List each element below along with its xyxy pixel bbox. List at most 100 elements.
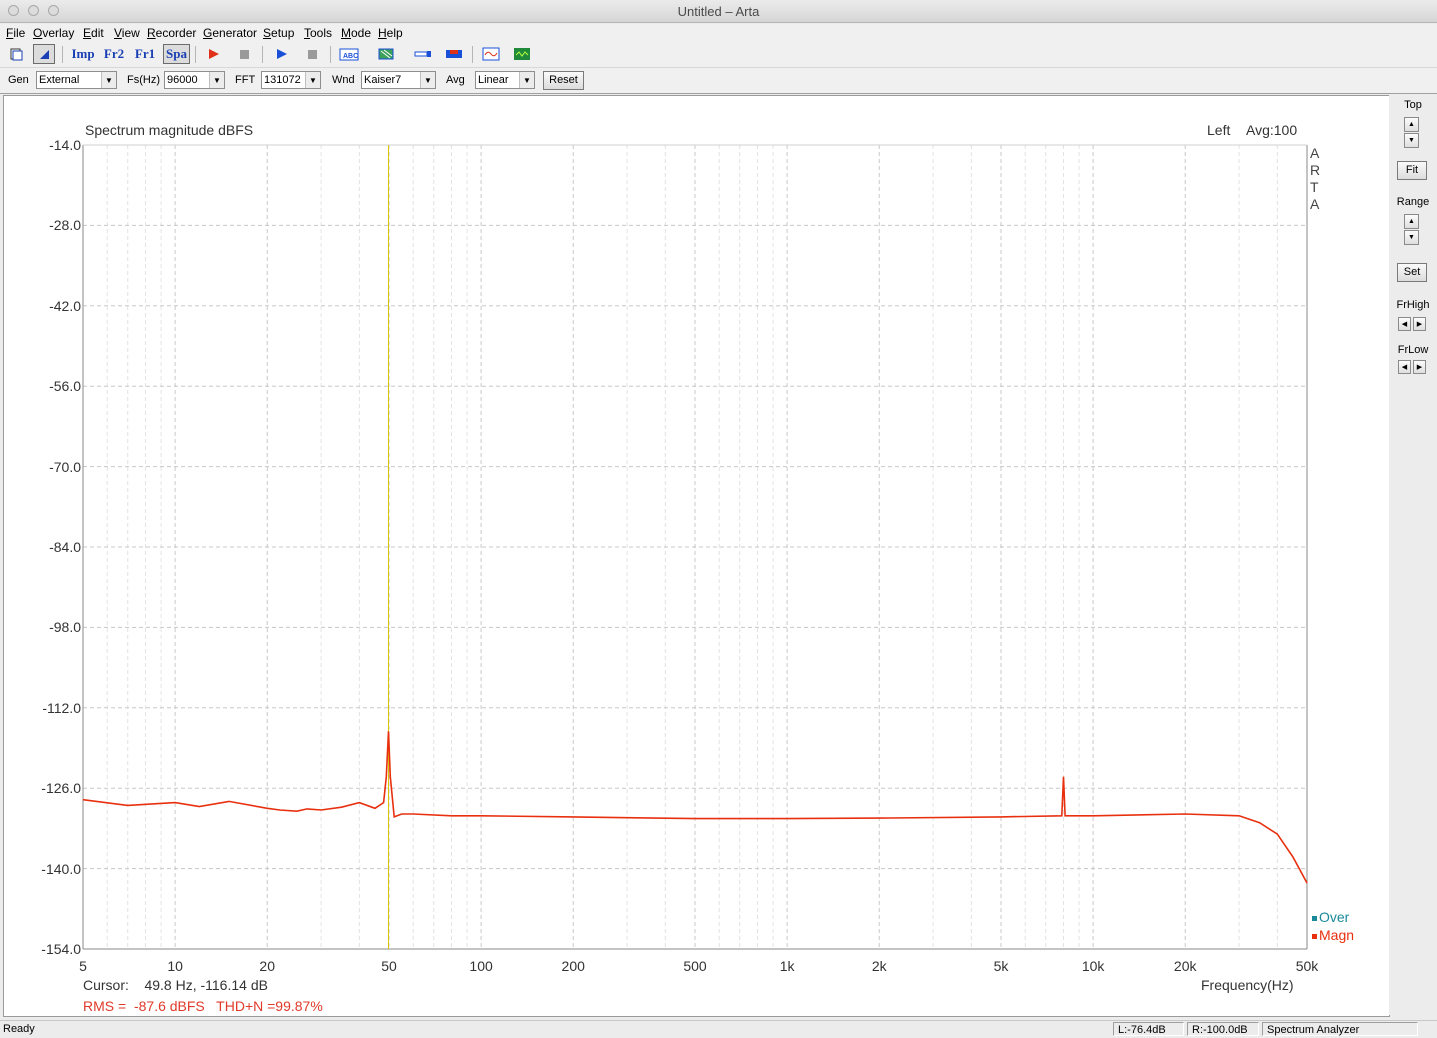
chevron-down-icon: ▼: [519, 72, 534, 88]
spectrum-mode-label: Spa: [166, 46, 187, 61]
x-tick-label: 2k: [871, 958, 887, 974]
top-label: Top: [1404, 99, 1422, 111]
probe-icon[interactable]: [412, 44, 434, 64]
x-tick-label: 100: [469, 958, 493, 974]
x-tick-label: 20: [259, 958, 276, 974]
menu-help[interactable]: Help: [378, 26, 403, 40]
impulse-mode-label: Imp: [71, 46, 95, 61]
spectrum-chart[interactable]: [4, 96, 1389, 1016]
generator-stop-icon[interactable]: [301, 44, 323, 64]
frhigh-left-button[interactable]: ◀: [1398, 317, 1411, 331]
waveform-icon[interactable]: [511, 44, 533, 64]
y-tick-label: -154.0: [41, 941, 81, 957]
x-tick-label: 10k: [1081, 958, 1105, 974]
arta-watermark-letter: A: [1310, 196, 1320, 212]
y-tick-label: -28.0: [49, 217, 81, 234]
status-text: Ready: [3, 1023, 35, 1035]
range-up-button[interactable]: ▲: [1404, 214, 1419, 229]
fr1-mode-button[interactable]: Fr1: [132, 44, 158, 64]
channel-label: Left: [1207, 122, 1231, 138]
menu-edit[interactable]: Edit: [83, 26, 104, 40]
mode-indicator: Spectrum Analyzer: [1262, 1022, 1418, 1036]
level-meter-icon[interactable]: [443, 44, 465, 64]
svg-text:ABC: ABC: [343, 53, 358, 60]
spectrum-plot[interactable]: Spectrum magnitude dBFS Left Avg:100 A R…: [3, 95, 1390, 1017]
new-document-icon[interactable]: [5, 44, 27, 64]
menu-mode[interactable]: Mode: [341, 26, 371, 40]
y-tick-label: -42.0: [49, 297, 81, 314]
arta-watermark-letter: R: [1310, 162, 1321, 178]
fr2-mode-button[interactable]: Fr2: [101, 44, 127, 64]
right-level: R:-100.0dB: [1187, 1022, 1259, 1036]
frlow-right-button[interactable]: ▶: [1413, 360, 1426, 374]
cursor-tool-icon[interactable]: [33, 44, 55, 64]
x-axis-label: Frequency(Hz): [1201, 977, 1294, 993]
fr1-mode-label: Fr1: [134, 46, 156, 61]
range-down-button[interactable]: ▼: [1404, 230, 1419, 245]
y-tick-label: -98.0: [49, 619, 81, 636]
gen-label: Gen: [8, 74, 29, 86]
y-tick-label: -70.0: [49, 458, 81, 475]
x-tick-label: 50k: [1295, 958, 1319, 974]
y-tick-label: -14.0: [49, 137, 81, 153]
y-tick-label: -56.0: [49, 378, 81, 395]
fs-value: 96000: [167, 74, 198, 86]
x-tick-label: 200: [561, 958, 585, 974]
y-tick-label: -126.0: [41, 780, 81, 797]
avg-value: Linear: [478, 74, 509, 86]
chevron-down-icon: ▼: [101, 72, 116, 88]
window-title: Untitled – Arta: [677, 4, 760, 19]
wnd-value: Kaiser7: [364, 74, 402, 86]
control-row: Gen External ▼ Fs(Hz) 96000 ▼ FFT 131072…: [0, 68, 1437, 94]
set-button[interactable]: Set: [1397, 263, 1427, 282]
menu-recorder[interactable]: Recorder: [147, 26, 196, 40]
oscilloscope-icon[interactable]: [480, 44, 502, 64]
avg-count-label: Avg:100: [1246, 122, 1298, 138]
impulse-mode-button[interactable]: Imp: [70, 44, 96, 64]
fr2-mode-label: Fr2: [103, 46, 125, 61]
x-tick-label: 500: [683, 958, 707, 974]
x-tick-label: 5k: [993, 958, 1009, 974]
top-down-button[interactable]: ▼: [1404, 133, 1419, 148]
fit-button[interactable]: Fit: [1397, 161, 1427, 180]
record-stop-icon[interactable]: [233, 44, 255, 64]
menu-overlay[interactable]: Overlay: [33, 26, 74, 40]
frlow-left-button[interactable]: ◀: [1398, 360, 1411, 374]
rms-thd-readout: RMS = -87.6 dBFS THD+N =99.87%: [83, 998, 323, 1014]
frhigh-label: FrHigh: [1396, 299, 1430, 311]
menu-view[interactable]: View: [114, 26, 140, 40]
record-play-icon[interactable]: [202, 44, 224, 64]
plot-title: Spectrum magnitude dBFS: [85, 122, 254, 138]
top-up-button[interactable]: ▲: [1404, 117, 1419, 132]
status-bar: Ready L:-76.4dB R:-100.0dB Spectrum Anal…: [0, 1020, 1437, 1038]
reset-button[interactable]: Reset: [543, 71, 584, 90]
hatch-icon[interactable]: [375, 44, 397, 64]
menu-bar: File Overlay Edit View Recorder Generato…: [0, 24, 1437, 42]
legend-over-swatch: [1312, 915, 1317, 921]
frhigh-right-button[interactable]: ▶: [1413, 317, 1426, 331]
wnd-select[interactable]: Kaiser7 ▼: [361, 71, 436, 89]
left-level: L:-76.4dB: [1113, 1022, 1184, 1036]
x-tick-label: 1k: [779, 958, 795, 974]
range-label: Range: [1396, 196, 1430, 208]
y-tick-label: -84.0: [49, 539, 81, 555]
menu-tools[interactable]: Tools: [304, 26, 332, 40]
avg-select[interactable]: Linear ▼: [475, 71, 535, 89]
menu-file[interactable]: File: [6, 26, 25, 40]
text-label-icon[interactable]: ABC: [337, 44, 361, 64]
menu-setup[interactable]: Setup: [263, 26, 294, 40]
menu-generator[interactable]: Generator: [203, 26, 257, 40]
legend-over-label: Over: [1319, 909, 1350, 925]
y-tick-label: -140.0: [41, 860, 81, 877]
chevron-down-icon: ▼: [209, 72, 224, 88]
y-tick-label: -112.0: [42, 699, 81, 716]
fft-select[interactable]: 131072 ▼: [261, 71, 321, 89]
x-tick-label: 5: [79, 958, 87, 974]
toolbar: Imp Fr2 Fr1 Spa ABC: [0, 42, 1437, 68]
gen-value: External: [39, 74, 80, 86]
generator-play-icon[interactable]: [270, 44, 292, 64]
legend-over: Over: [1312, 909, 1349, 925]
fs-select[interactable]: 96000 ▼: [164, 71, 225, 89]
spectrum-mode-button[interactable]: Spa: [163, 44, 190, 64]
gen-select[interactable]: External ▼: [36, 71, 117, 89]
